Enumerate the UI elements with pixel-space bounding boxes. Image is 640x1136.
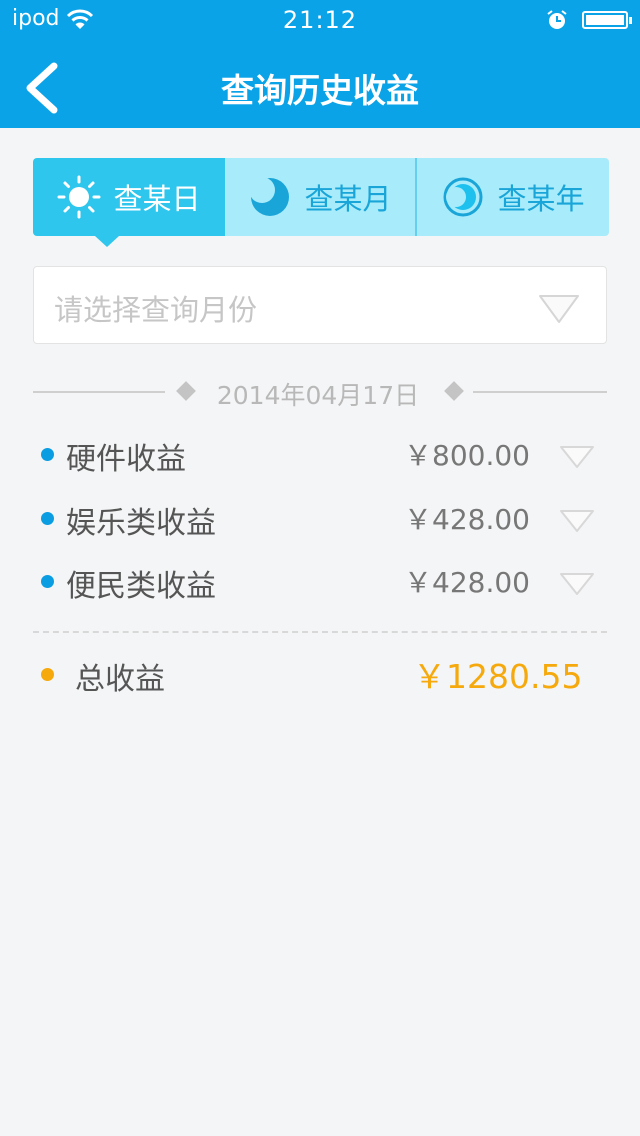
sun-icon xyxy=(57,175,101,219)
income-row-hardware[interactable]: 硬件收益 ￥800.00 xyxy=(33,428,607,478)
income-value: ￥800.00 xyxy=(404,439,530,472)
divider-line xyxy=(473,391,607,393)
bullet-dot xyxy=(41,575,54,588)
date-divider: 2014年04月17日 xyxy=(33,372,607,412)
income-value: ￥428.00 xyxy=(404,503,530,536)
income-label: 娱乐类收益 xyxy=(66,506,216,541)
diamond-icon xyxy=(176,381,196,401)
income-row-entertainment[interactable]: 娱乐类收益 ￥428.00 xyxy=(33,492,607,542)
period-tabs: 查某日 查某月 查某年 xyxy=(33,158,609,236)
diamond-icon xyxy=(444,381,464,401)
status-time: 21:12 xyxy=(282,6,358,34)
income-row-convenience[interactable]: 便民类收益 ￥428.00 xyxy=(33,555,607,605)
total-label: 总收益 xyxy=(75,662,165,697)
tab-month[interactable]: 查某月 xyxy=(225,158,417,236)
income-label: 便民类收益 xyxy=(66,569,216,604)
tab-year[interactable]: 查某年 xyxy=(417,158,609,236)
income-value: ￥428.00 xyxy=(404,566,530,599)
tab-day-label: 查某日 xyxy=(113,182,201,216)
alarm-icon xyxy=(547,10,567,29)
tab-month-label: 查某月 xyxy=(304,182,392,216)
month-select-placeholder: 请选择查询月份 xyxy=(54,293,258,327)
total-row: 总收益 ￥1280.55 xyxy=(33,648,607,698)
tab-day[interactable]: 查某日 xyxy=(33,158,225,236)
income-label: 硬件收益 xyxy=(66,442,186,477)
status-bar: ipod 21:12 xyxy=(0,0,640,40)
crescent-icon xyxy=(443,177,483,217)
page-title: 查询历史收益 xyxy=(221,71,419,110)
active-tab-pointer xyxy=(95,236,119,247)
chevron-down-icon[interactable] xyxy=(559,571,595,597)
tab-year-label: 查某年 xyxy=(497,182,585,216)
chevron-down-icon[interactable] xyxy=(559,444,595,470)
battery-icon xyxy=(582,11,632,29)
bullet-dot xyxy=(41,448,54,461)
month-select[interactable]: 请选择查询月份 xyxy=(33,266,607,344)
date-header: 2014年04月17日 xyxy=(216,381,420,410)
dashed-divider xyxy=(33,631,607,633)
chevron-down-icon[interactable] xyxy=(559,508,595,534)
chevron-down-icon xyxy=(539,295,579,323)
divider-line xyxy=(33,391,165,393)
moon-icon xyxy=(249,177,290,216)
top-bar: ipod 21:12 查询历史收益 xyxy=(0,0,640,128)
bullet-dot xyxy=(41,512,54,525)
total-bullet-dot xyxy=(41,668,54,681)
total-value: ￥1280.55 xyxy=(413,657,583,696)
